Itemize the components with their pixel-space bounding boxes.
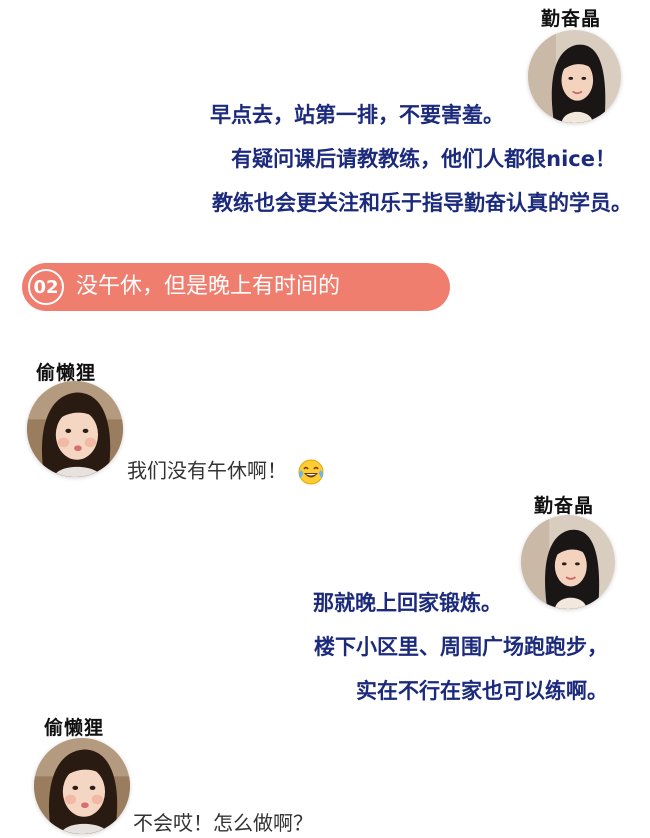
portrait-icon [34,738,130,834]
avatar-b-2 [34,738,130,834]
section-header-pill: 02 没午休，但是晚上有时间的 [22,263,450,311]
section-number-badge: 02 [28,269,64,305]
advice-line-6: 实在不行在家也可以练啊。 [356,679,608,703]
advice-line-1: 早点去，站第一排，不要害羞。 [210,103,504,127]
chat-message-2: 不会哎！怎么做啊？ [133,811,313,835]
advice-line-3: 教练也会更关注和乐于指导勤奋认真的学员。 [212,191,632,215]
speaker-name-a: 勤奋晶 [541,8,602,30]
chat-message-1: 我们没有午休啊！ [127,458,325,486]
advice-line-2: 有疑问课后请教教练，他们人都很nice！ [231,147,616,171]
portrait-icon [528,30,621,123]
chat-message-1-text: 我们没有午休啊！ [127,458,287,483]
section-title: 没午休，但是晚上有时间的 [76,274,341,299]
advice-line-5: 楼下小区里、周围广场跑跑步， [314,635,608,659]
speaker-name-a-2: 勤奋晶 [534,495,595,517]
portrait-icon [521,515,615,609]
avatar-a-2 [521,515,615,609]
speaker-name-b-2: 偷懒狸 [44,717,105,739]
avatar-b [27,381,123,477]
portrait-icon [27,381,123,477]
avatar-a [528,30,621,123]
advice-line-4: 那就晚上回家锻炼。 [313,591,502,615]
tears-of-joy-emoji-icon [297,458,325,486]
